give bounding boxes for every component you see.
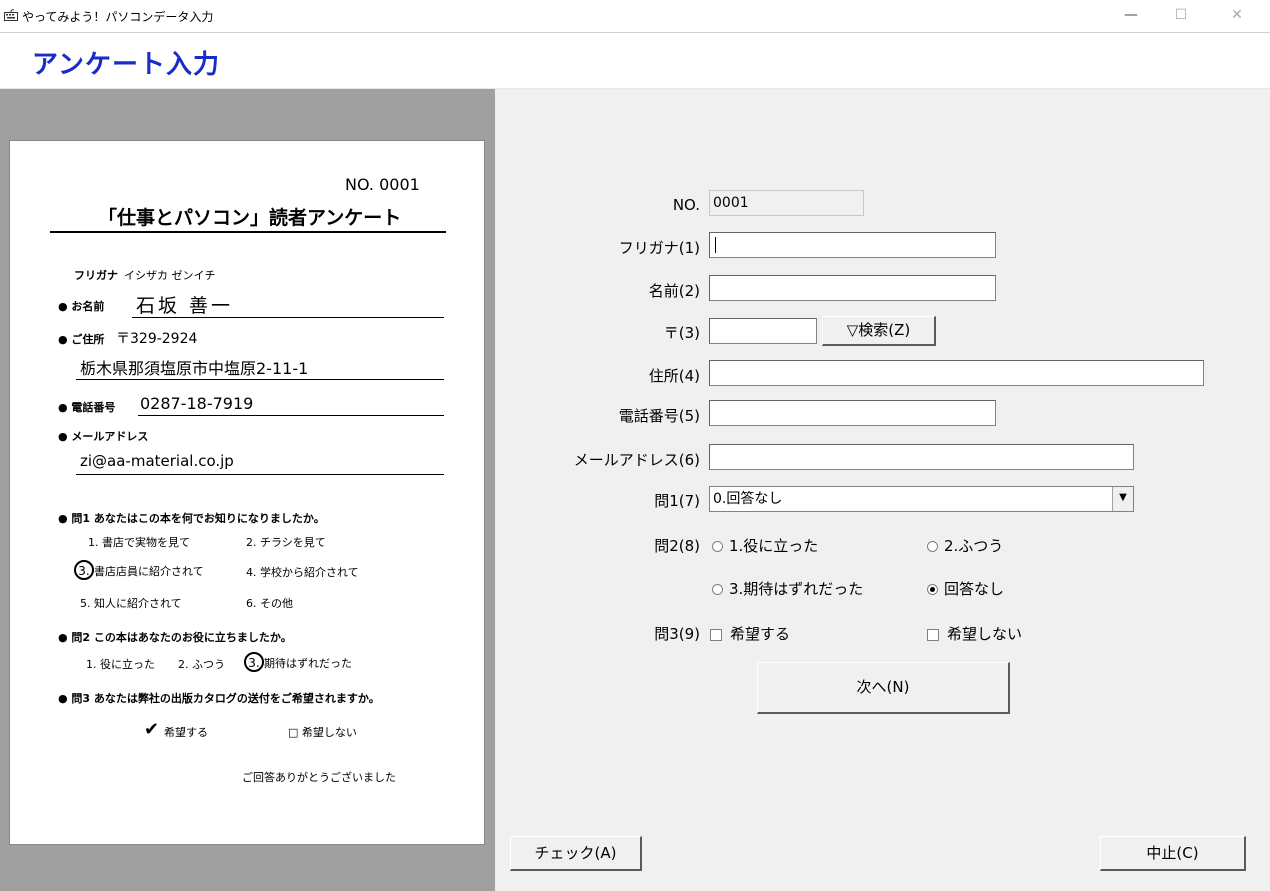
q1-option-3-row: 3. 書店店員に紹介されて bbox=[74, 560, 204, 580]
name-label: ● お名前 bbox=[58, 300, 105, 313]
checkbox-icon bbox=[710, 628, 722, 641]
phone-label: ● 電話番号 bbox=[58, 401, 116, 414]
q2-radio-4[interactable]: 回答なし bbox=[927, 578, 1004, 599]
thanks-text: ご回答ありがとうございました bbox=[242, 771, 396, 784]
q2-radio-4-label: 回答なし bbox=[944, 580, 1005, 598]
q3-checkbox-yes-label: 希望する bbox=[730, 625, 791, 643]
dropdown-arrow-icon[interactable]: ▼ bbox=[1112, 487, 1133, 511]
q1-select[interactable]: 0.回答なし ▼ bbox=[709, 486, 1134, 512]
title-bar: やってみよう！パソコンデータ入力 — ☐ ✕ bbox=[0, 0, 1270, 33]
name-input[interactable] bbox=[709, 275, 996, 301]
furigana-label: フリガナ bbox=[74, 269, 118, 282]
no-label: NO. bbox=[672, 196, 700, 214]
q1-selected-value: 0.回答なし bbox=[713, 491, 783, 507]
q1-label: 問1(7) bbox=[654, 492, 700, 510]
q2-radio-1[interactable]: 1.役に立った bbox=[712, 535, 818, 556]
q3-yes: 希望する bbox=[164, 726, 208, 739]
email-input[interactable] bbox=[709, 444, 1134, 470]
furigana-input[interactable] bbox=[709, 232, 996, 258]
q2-label: 問2(8) bbox=[654, 537, 700, 555]
q2-radio-2[interactable]: 2.ふつう bbox=[927, 535, 1003, 556]
window-title: やってみよう！パソコンデータ入力 bbox=[22, 10, 214, 24]
radio-icon bbox=[712, 541, 723, 552]
postal-label: 〒(3) bbox=[663, 324, 700, 342]
cancel-button[interactable]: 中止(C) bbox=[1100, 836, 1246, 871]
q2-radio-2-label: 2.ふつう bbox=[944, 537, 1004, 555]
q3-text: ● 問3 あなたは弊社の出版カタログの送付をご希望されますか。 bbox=[58, 692, 380, 705]
postal-input[interactable] bbox=[709, 318, 817, 344]
email-underline bbox=[76, 474, 444, 475]
q1-circled-answer: 3. bbox=[74, 560, 94, 580]
check-button[interactable]: チェック(A) bbox=[510, 836, 642, 871]
name-underline bbox=[132, 317, 444, 318]
email-label: ● メールアドレス bbox=[58, 430, 149, 443]
name-value: 石坂 善一 bbox=[136, 295, 234, 317]
q1-option-2: 2. チラシを見て bbox=[246, 536, 326, 549]
address-label: 住所(4) bbox=[648, 367, 700, 385]
q2-option-1: 1. 役に立った bbox=[86, 658, 155, 671]
text-caret bbox=[715, 237, 716, 253]
q2-text: ● 問2 この本はあなたのお役に立ちましたか。 bbox=[58, 631, 292, 644]
checkmark-icon: ✔ bbox=[144, 719, 160, 740]
sheet-title: 「仕事とパソコン」読者アンケート bbox=[98, 207, 402, 229]
radio-icon bbox=[712, 584, 723, 595]
q3-checkbox-no[interactable]: 希望しない bbox=[927, 623, 1022, 644]
postal-value: 〒329-2924 bbox=[116, 331, 198, 347]
q2-option-3: 期待はずれだった bbox=[264, 657, 352, 670]
q3-checkbox-yes[interactable]: 希望する bbox=[710, 623, 790, 644]
phone-input[interactable] bbox=[709, 400, 996, 426]
questionnaire-sheet: NO. 0001 「仕事とパソコン」読者アンケート フリガナ イシザカ ゼンイチ… bbox=[9, 140, 485, 845]
phone-underline bbox=[138, 415, 444, 416]
keyboard-app-icon bbox=[4, 9, 18, 21]
furigana-value: イシザカ ゼンイチ bbox=[124, 269, 216, 282]
email-label: メールアドレス(6) bbox=[573, 451, 700, 469]
q1-option-3: 書店店員に紹介されて bbox=[94, 565, 204, 578]
title-underline bbox=[50, 231, 446, 233]
phone-value: 0287-18-7919 bbox=[140, 394, 254, 413]
minimize-button[interactable]: — bbox=[1108, 0, 1154, 32]
q3-label: 問3(9) bbox=[654, 625, 700, 643]
q2-circled-answer: 3. bbox=[244, 652, 264, 672]
q2-option-2: 2. ふつう bbox=[178, 658, 225, 671]
q1-option-6: 6. その他 bbox=[246, 597, 293, 610]
q1-text: ● 問1 あなたはこの本を何でお知りになりましたか。 bbox=[58, 512, 325, 525]
next-button[interactable]: 次へ(N) bbox=[757, 662, 1010, 714]
maximize-button[interactable]: ☐ bbox=[1158, 0, 1204, 32]
q3-checkbox-no-label: 希望しない bbox=[947, 625, 1023, 643]
q1-option-5: 5. 知人に紹介されて bbox=[80, 597, 182, 610]
q3-no: □ 希望しない bbox=[288, 726, 357, 739]
furigana-label: フリガナ(1) bbox=[618, 239, 700, 257]
q2-option-3-row: 3. 期待はずれだった bbox=[244, 652, 352, 672]
email-value: zi@aa-material.co.jp bbox=[80, 452, 234, 470]
name-label: 名前(2) bbox=[648, 282, 700, 300]
address-input[interactable] bbox=[709, 360, 1204, 386]
q2-radio-1-label: 1.役に立った bbox=[729, 537, 819, 555]
q2-radio-3[interactable]: 3.期待はずれだった bbox=[712, 578, 863, 599]
close-button[interactable]: ✕ bbox=[1214, 0, 1260, 32]
address-underline bbox=[76, 379, 444, 380]
q1-option-1: 1. 書店で実物を見て bbox=[88, 536, 190, 549]
address-value: 栃木県那須塩原市中塩原2-11-1 bbox=[80, 359, 309, 378]
address-label: ● ご住所 bbox=[58, 333, 105, 346]
q1-option-4: 4. 学校から紹介されて bbox=[246, 566, 359, 579]
q2-radio-3-label: 3.期待はずれだった bbox=[729, 580, 864, 598]
checkbox-icon bbox=[927, 628, 939, 641]
page-heading: アンケート入力 bbox=[32, 50, 220, 80]
no-field: 0001 bbox=[709, 190, 864, 216]
sheet-number: NO. 0001 bbox=[345, 175, 420, 194]
phone-label: 電話番号(5) bbox=[618, 407, 700, 425]
search-button[interactable]: ▽検索(Z) bbox=[822, 316, 936, 346]
radio-selected-icon bbox=[927, 584, 938, 595]
radio-icon bbox=[927, 541, 938, 552]
